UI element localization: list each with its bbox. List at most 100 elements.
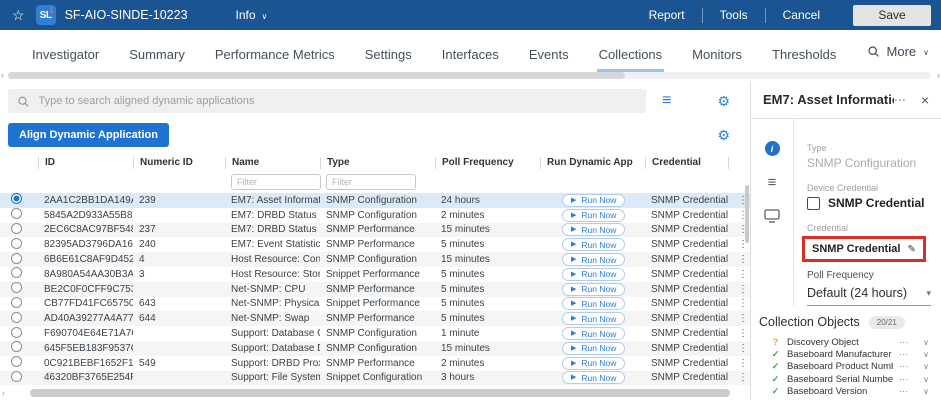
run-now-button[interactable]: ▶Run Now: [562, 253, 625, 266]
monitor-tab-icon[interactable]: [764, 209, 780, 223]
column-header-id[interactable]: ID: [38, 157, 133, 169]
row-radio[interactable]: [11, 341, 22, 352]
row-radio[interactable]: [11, 282, 22, 293]
more-options-icon[interactable]: ⋯: [899, 386, 908, 397]
row-radio[interactable]: [11, 253, 22, 264]
expand-chevron-icon[interactable]: ∨: [923, 375, 929, 384]
run-now-button[interactable]: ▶Run Now: [562, 268, 625, 281]
table-row[interactable]: BE2C0F0CFF9C7535FD86CCDNet-SNMP: CPUSNMP…: [0, 282, 750, 297]
more-menu[interactable]: More ∨: [857, 30, 941, 72]
scroll-left-icon[interactable]: ‹: [1, 70, 4, 80]
table-row[interactable]: 5845A2D933A55B8507A7B71EM7: DRBD Status …: [0, 208, 750, 223]
expand-chevron-icon[interactable]: ∨: [923, 338, 929, 347]
collection-object-row[interactable]: ✓Baseboard Product Number⋯∨: [757, 361, 935, 373]
run-now-button[interactable]: ▶Run Now: [562, 312, 625, 325]
row-radio[interactable]: [11, 297, 22, 308]
more-options-icon[interactable]: ⋯: [899, 361, 908, 372]
report-button[interactable]: Report: [632, 8, 702, 22]
gear-icon[interactable]: ⚙: [717, 93, 730, 110]
table-horizontal-scrollbar[interactable]: ‹: [0, 388, 750, 400]
tab-summary[interactable]: Summary: [127, 35, 187, 72]
run-now-button[interactable]: ▶Run Now: [562, 238, 625, 251]
align-dynamic-application-button[interactable]: Align Dynamic Application: [8, 123, 169, 147]
row-radio[interactable]: [11, 238, 22, 249]
run-now-button[interactable]: ▶Run Now: [562, 342, 625, 355]
expand-chevron-icon[interactable]: ∨: [923, 362, 929, 371]
table-row[interactable]: AD40A39277A4A77873FA4D9644Net-SNMP: Swap…: [0, 311, 750, 326]
table-settings-gear-icon[interactable]: ⚙: [717, 127, 730, 144]
name-filter-input[interactable]: [231, 174, 321, 190]
tab-settings[interactable]: Settings: [363, 35, 414, 72]
table-row[interactable]: 2AA1C2BB1DA149A8B1FFF34239EM7: Asset Inf…: [0, 193, 750, 208]
column-header-name[interactable]: Name: [225, 157, 320, 169]
scroll-left-icon[interactable]: ‹: [2, 388, 5, 398]
save-button[interactable]: Save: [853, 5, 931, 26]
row-radio[interactable]: [11, 371, 22, 382]
scroll-right-icon[interactable]: ›: [937, 70, 940, 80]
expand-chevron-icon[interactable]: ∨: [923, 387, 929, 396]
more-options-icon[interactable]: ⋯: [899, 337, 908, 348]
checkbox-icon[interactable]: [807, 197, 820, 210]
tab-events[interactable]: Events: [527, 35, 571, 72]
panel-more-options-icon[interactable]: ⋯: [894, 93, 906, 107]
sl1-logo[interactable]: SL1: [36, 5, 56, 25]
table-row[interactable]: 8A980A54AA30B3A3201B4263Host Resource: S…: [0, 267, 750, 282]
search-input[interactable]: [37, 94, 638, 108]
list-view-icon[interactable]: ≡: [662, 96, 671, 106]
run-now-button[interactable]: ▶Run Now: [562, 327, 625, 340]
tab-thresholds[interactable]: Thresholds: [770, 35, 838, 72]
run-now-button[interactable]: ▶Run Now: [562, 194, 625, 207]
run-now-button[interactable]: ▶Run Now: [562, 297, 625, 310]
vertical-scrollbar-thumb[interactable]: [745, 185, 749, 243]
collection-object-row[interactable]: ?Discovery Object⋯∨: [757, 336, 935, 348]
table-row[interactable]: 2EC6C8AC97BF548B55513A0237EM7: DRBD Stat…: [0, 223, 750, 238]
row-radio[interactable]: [11, 267, 22, 278]
cancel-button[interactable]: Cancel: [766, 8, 837, 22]
row-radio[interactable]: [11, 193, 22, 204]
column-header-type[interactable]: Type: [320, 157, 435, 169]
column-header-poll-frequency[interactable]: Poll Frequency: [435, 157, 540, 169]
table-row[interactable]: F690704E64E71A7CC55347B4Support: Databas…: [0, 326, 750, 341]
row-menu-kebab-icon[interactable]: ⋮: [734, 343, 748, 354]
info-tab-icon[interactable]: i: [765, 141, 780, 156]
collection-object-row[interactable]: ✓Baseboard Version⋯∨: [757, 386, 935, 398]
tab-performance-metrics[interactable]: Performance Metrics: [213, 35, 337, 72]
device-credential-option[interactable]: SNMP Credential: [807, 196, 931, 210]
row-radio[interactable]: [11, 327, 22, 338]
collection-object-row[interactable]: ✓Baseboard Manufacturer⋯∨: [757, 348, 935, 360]
table-row[interactable]: 82395AD3796DA1638553E99240EM7: Event Sta…: [0, 237, 750, 252]
more-options-icon[interactable]: ⋯: [899, 374, 908, 385]
expand-chevron-icon[interactable]: ∨: [923, 350, 929, 359]
tab-collections[interactable]: Collections: [597, 35, 665, 72]
scrollbar-thumb[interactable]: [30, 389, 730, 397]
panel-close-icon[interactable]: ×: [921, 92, 929, 108]
list-tab-icon[interactable]: ≡: [768, 177, 777, 188]
info-menu[interactable]: Info∨: [236, 8, 268, 22]
tools-button[interactable]: Tools: [703, 8, 765, 22]
scrollbar-thumb[interactable]: [8, 72, 625, 79]
table-row[interactable]: 46320BF3765E254FDC32DFBSupport: File Sys…: [0, 371, 750, 386]
more-options-icon[interactable]: ⋯: [899, 349, 908, 360]
row-menu-kebab-icon[interactable]: ⋮: [734, 298, 748, 309]
column-header-credential[interactable]: Credential: [645, 157, 728, 169]
run-now-button[interactable]: ▶Run Now: [562, 283, 625, 296]
row-menu-kebab-icon[interactable]: ⋮: [734, 358, 748, 369]
row-menu-kebab-icon[interactable]: ⋮: [734, 372, 748, 383]
row-radio[interactable]: [11, 223, 22, 234]
column-header-numeric-id[interactable]: Numeric ID: [133, 157, 225, 169]
run-now-button[interactable]: ▶Run Now: [562, 357, 625, 370]
tab-monitors[interactable]: Monitors: [690, 35, 744, 72]
edit-pencil-icon[interactable]: ✎: [907, 244, 915, 255]
row-menu-kebab-icon[interactable]: ⋮: [734, 328, 748, 339]
type-filter-input[interactable]: [326, 174, 416, 190]
run-now-button[interactable]: ▶Run Now: [562, 223, 625, 236]
search-icon[interactable]: [867, 45, 880, 58]
tab-investigator[interactable]: Investigator: [30, 35, 101, 72]
row-menu-kebab-icon[interactable]: ⋮: [734, 269, 748, 280]
row-radio[interactable]: [11, 312, 22, 323]
collection-object-row[interactable]: ✓Baseboard Serial Number⋯∨: [757, 373, 935, 385]
run-now-button[interactable]: ▶Run Now: [562, 371, 625, 384]
search-box[interactable]: [8, 89, 646, 113]
poll-frequency-select[interactable]: Default (24 hours) ▾: [807, 286, 931, 306]
row-menu-kebab-icon[interactable]: ⋮: [734, 284, 748, 295]
